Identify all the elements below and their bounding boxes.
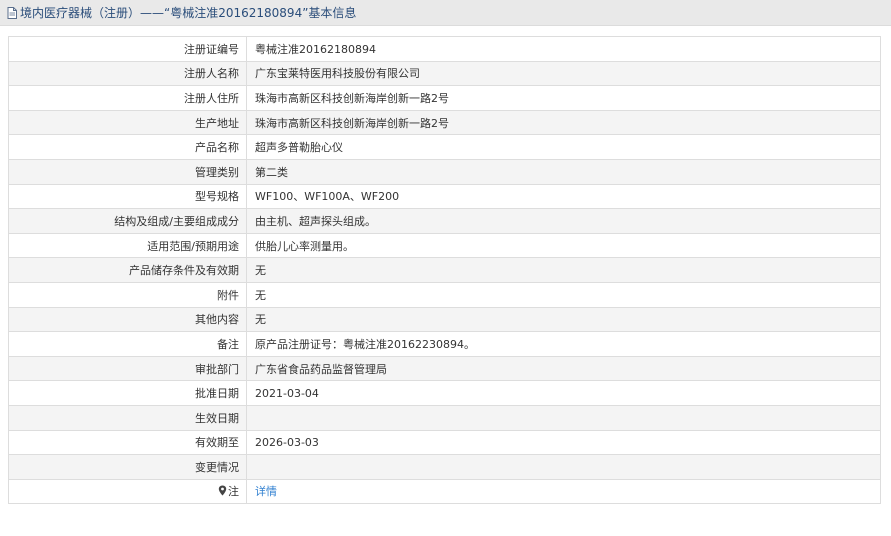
field-label: 附件 [8,281,247,308]
field-value: 超声多普勒胎心仪 [246,134,881,160]
field-value: 第二类 [246,158,881,185]
field-label: 管理类别 [8,158,247,185]
field-label: 结构及组成/主要组成成分 [8,208,247,234]
table-row: 有效期至 2026-03-03 [8,429,881,456]
table-row: 结构及组成/主要组成成分 由主机、超声探头组成。 [8,208,881,234]
field-value: 广东省食品药品监督管理局 [246,355,881,382]
info-table: 注册证编号 粤械注准20162180894 注册人名称 广东宝莱特医用科技股份有限公… [8,36,881,505]
table-row: 审批部门 广东省食品药品监督管理局 [8,355,881,382]
field-label: 变更情况 [8,454,247,480]
note-label-cell: 注 [8,478,247,505]
table-row: 批准日期 2021-03-04 [8,380,881,406]
table-row: 注册人住所 珠海市高新区科技创新海岸创新一路2号 [8,85,881,111]
field-label: 生效日期 [8,404,247,431]
field-value: 2021-03-04 [246,380,881,406]
field-label: 生产地址 [8,109,247,136]
table-row: 产品储存条件及有效期无 [8,257,881,283]
field-label: 产品储存条件及有效期 [8,257,247,283]
table-row: 生产地址 珠海市高新区科技创新海岸创新一路2号 [8,109,881,136]
pin-icon [218,485,227,496]
field-label: 审批部门 [8,355,247,382]
field-label: 注册人名称 [8,60,247,87]
details-link[interactable]: 详情 [255,485,277,498]
field-value: 原产品注册证号：粤械注准20162230894。 [246,331,881,357]
field-value: WF100、WF100A、WF200 [246,183,881,210]
table-row: 注册证编号 粤械注准20162180894 [8,36,881,62]
table-row: 其他内容无 [8,306,881,333]
field-value: 2026-03-03 [246,429,881,456]
field-value: 无 [246,281,881,308]
table-row: 型号规格 WF100、WF100A、WF200 [8,183,881,210]
field-label: 注册人住所 [8,85,247,111]
field-value: 供胎儿心率测量用。 [246,232,881,259]
field-value: 粤械注准20162180894 [246,36,881,62]
field-value: 珠海市高新区科技创新海岸创新一路2号 [246,109,881,136]
field-value: 由主机、超声探头组成。 [246,208,881,234]
table-row: 备注 原产品注册证号：粤械注准20162230894。 [8,331,881,357]
note-value-cell: 详情 [246,478,881,505]
field-value [246,454,881,480]
field-label: 产品名称 [8,134,247,160]
field-label: 注册证编号 [8,36,247,62]
field-label: 其他内容 [8,306,247,333]
page-title: 境内医疗器械（注册）——“粤械注准20162180894”基本信息 [20,6,357,20]
field-label: 备注 [8,331,247,357]
table-row: 变更情况 [8,454,881,480]
field-label: 型号规格 [8,183,247,210]
field-label: 有效期至 [8,429,247,456]
table-row: 管理类别 第二类 [8,158,881,185]
field-value: 珠海市高新区科技创新海岸创新一路2号 [246,85,881,111]
field-label: 适用范围/预期用途 [8,232,247,259]
table-row: 注册人名称 广东宝莱特医用科技股份有限公司 [8,60,881,87]
field-value [246,404,881,431]
field-value: 无 [246,306,881,333]
note-row: 注 详情 [8,478,881,505]
field-value: 无 [246,257,881,283]
table-row: 适用范围/预期用途 供胎儿心率测量用。 [8,232,881,259]
note-label: 注 [228,485,239,499]
table-row: 生效日期 [8,404,881,431]
table-row: 附件无 [8,281,881,308]
page-header: 境内医疗器械（注册）——“粤械注准20162180894”基本信息 [0,0,891,26]
document-icon [6,6,18,19]
field-value: 广东宝莱特医用科技股份有限公司 [246,60,881,87]
field-label: 批准日期 [8,380,247,406]
table-row: 产品名称 超声多普勒胎心仪 [8,134,881,160]
